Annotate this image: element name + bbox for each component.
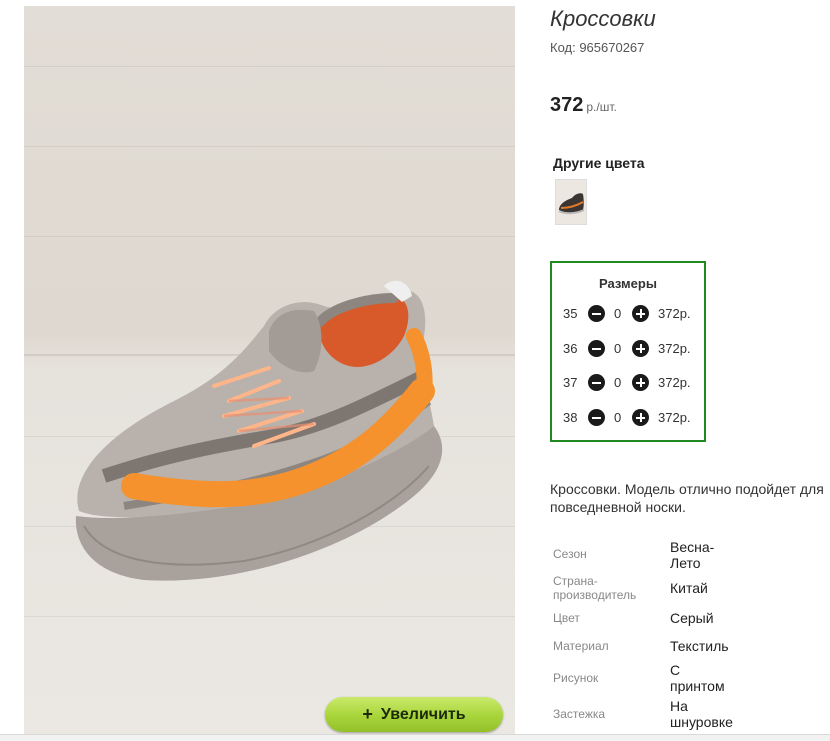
zoom-button[interactable]: + Увеличить bbox=[325, 697, 503, 732]
product-code: Код: 965670267 bbox=[550, 40, 645, 55]
size-row: 36 0 372р. bbox=[552, 339, 704, 359]
property-key: Сезон bbox=[553, 547, 587, 561]
price-value: 372 bbox=[550, 94, 584, 116]
product-photo[interactable]: + Увеличить bbox=[24, 6, 515, 734]
property-value: На шнуровке bbox=[670, 698, 733, 730]
size-row: 35 0 372р. bbox=[552, 304, 704, 324]
property-key: Рисунок bbox=[553, 671, 599, 685]
quantity-value: 0 bbox=[614, 341, 622, 356]
quantity-value: 0 bbox=[614, 410, 622, 425]
size-label: 35 bbox=[563, 306, 578, 321]
size-row: 38 0 372р. bbox=[552, 408, 704, 428]
property-value: Китай bbox=[670, 580, 708, 596]
sizes-title: Размеры bbox=[599, 276, 657, 291]
size-price: 372р. bbox=[658, 375, 691, 390]
decrease-quantity-button[interactable] bbox=[588, 305, 605, 322]
plus-icon: + bbox=[362, 704, 373, 724]
property-key: Застежка bbox=[553, 707, 606, 721]
size-label: 38 bbox=[563, 410, 578, 425]
property-value: С принтом bbox=[670, 662, 725, 694]
increase-quantity-button[interactable] bbox=[632, 340, 649, 357]
product-description: Кроссовки. Модель отлично подойдет для п… bbox=[550, 481, 824, 515]
property-value: Текстиль bbox=[670, 638, 729, 654]
property-value: Серый bbox=[670, 610, 714, 626]
quantity-value: 0 bbox=[614, 375, 622, 390]
increase-quantity-button[interactable] bbox=[632, 374, 649, 391]
decrease-quantity-button[interactable] bbox=[588, 409, 605, 426]
size-price: 372р. bbox=[658, 306, 691, 321]
property-key: Цвет bbox=[553, 611, 580, 625]
price-unit: р./шт. bbox=[586, 100, 617, 114]
increase-quantity-button[interactable] bbox=[632, 409, 649, 426]
size-row: 37 0 372р. bbox=[552, 373, 704, 393]
property-value: Весна- Лето bbox=[670, 539, 715, 571]
product-title: Кроссовки bbox=[550, 6, 656, 31]
property-key: Страна- производитель bbox=[553, 574, 637, 602]
size-label: 37 bbox=[563, 375, 578, 390]
size-price: 372р. bbox=[658, 410, 691, 425]
zoom-button-label: Увеличить bbox=[380, 705, 466, 723]
other-color-thumbnail[interactable] bbox=[555, 179, 587, 225]
sneaker-image bbox=[75, 280, 443, 581]
dark-sneaker-thumbnail-icon bbox=[558, 193, 585, 215]
size-price: 372р. bbox=[658, 341, 691, 356]
quantity-value: 0 bbox=[614, 306, 622, 321]
increase-quantity-button[interactable] bbox=[632, 305, 649, 322]
decrease-quantity-button[interactable] bbox=[588, 374, 605, 391]
other-colors-title: Другие цвета bbox=[553, 155, 645, 171]
size-label: 36 bbox=[563, 341, 578, 356]
product-price: 372 р./шт. bbox=[550, 94, 617, 117]
property-key: Материал bbox=[553, 639, 609, 653]
decrease-quantity-button[interactable] bbox=[588, 340, 605, 357]
sizes-panel: Размеры 35 0 372р. 36 0 372р. 37 0 372р.… bbox=[550, 261, 706, 442]
